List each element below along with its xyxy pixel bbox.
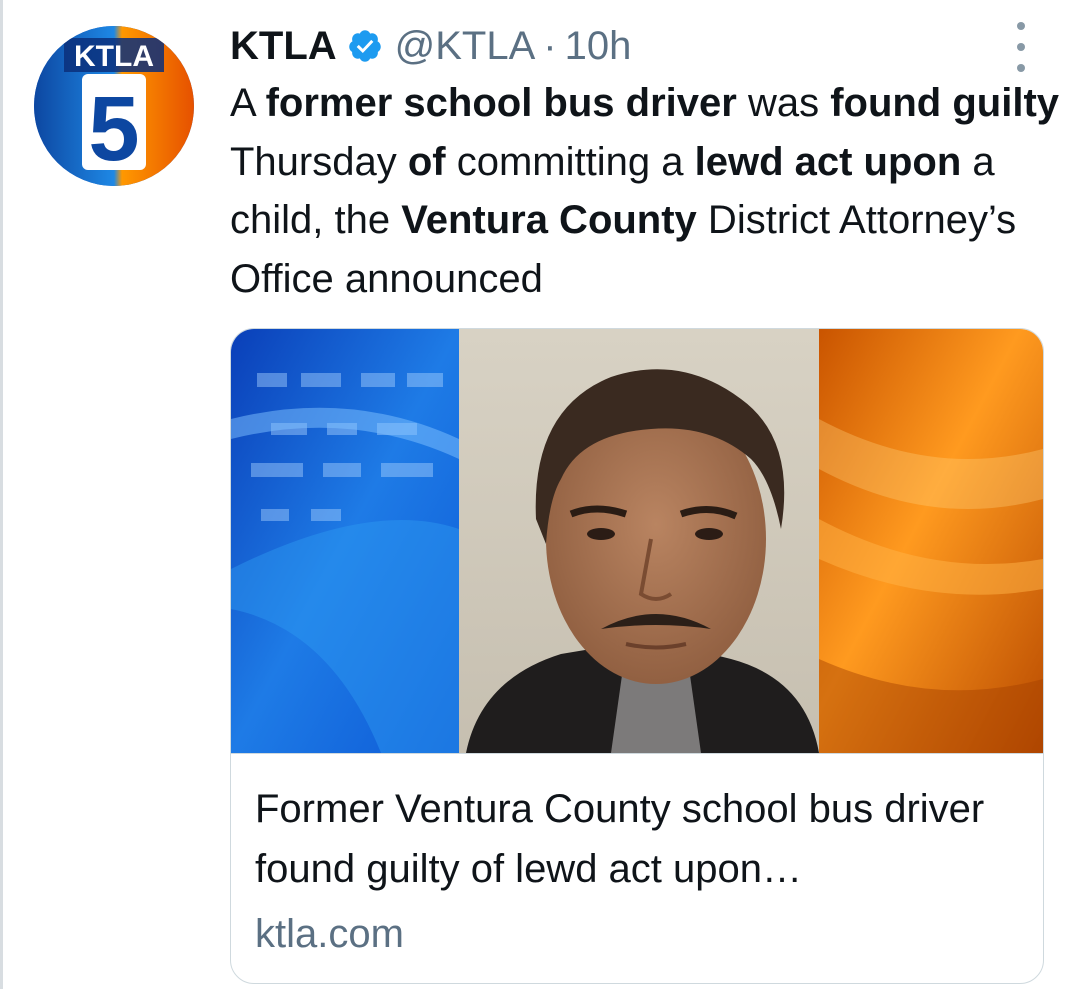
tweet-timestamp[interactable]: 10h: [565, 24, 632, 69]
author-display-name[interactable]: KTLA: [230, 24, 337, 69]
text-segment: committing a: [445, 139, 695, 184]
link-preview-card[interactable]: Former Ventura County school bus driver …: [230, 328, 1044, 984]
card-title[interactable]: Former Ventura County school bus driver …: [255, 779, 1015, 899]
text-segment: Thursday: [230, 139, 408, 184]
author-avatar[interactable]: KTLA 5: [34, 26, 194, 186]
text-segment-bold: of: [407, 139, 446, 184]
more-dot: [1017, 22, 1025, 30]
text-segment-bold: found guilty: [830, 81, 1060, 125]
left-edge: [0, 0, 3, 989]
text-segment: A: [230, 81, 266, 125]
text-segment-bold: lewd act upon: [694, 139, 962, 184]
more-options-icon[interactable]: [1008, 22, 1034, 72]
text-segment-bold: former school bus driver: [265, 81, 737, 125]
more-dot: [1017, 43, 1025, 51]
card-image: [231, 329, 1043, 753]
tweet-text: A former school bus driver was found gui…: [230, 74, 1060, 308]
separator-dot: ·: [543, 23, 557, 68]
card-domain[interactable]: ktla.com: [255, 905, 404, 963]
more-dot: [1017, 64, 1025, 72]
avatar-logo-text: KTLA: [74, 40, 154, 73]
author-handle[interactable]: @KTLA: [395, 24, 536, 69]
verified-badge-icon: [347, 28, 383, 64]
text-segment-bold: Ventura County: [401, 198, 697, 242]
avatar-logo-number: 5: [88, 78, 139, 180]
tweet-header: KTLA @KTLA · 10h: [230, 18, 631, 74]
card-divider: [231, 753, 1043, 754]
text-segment: was: [736, 81, 831, 125]
